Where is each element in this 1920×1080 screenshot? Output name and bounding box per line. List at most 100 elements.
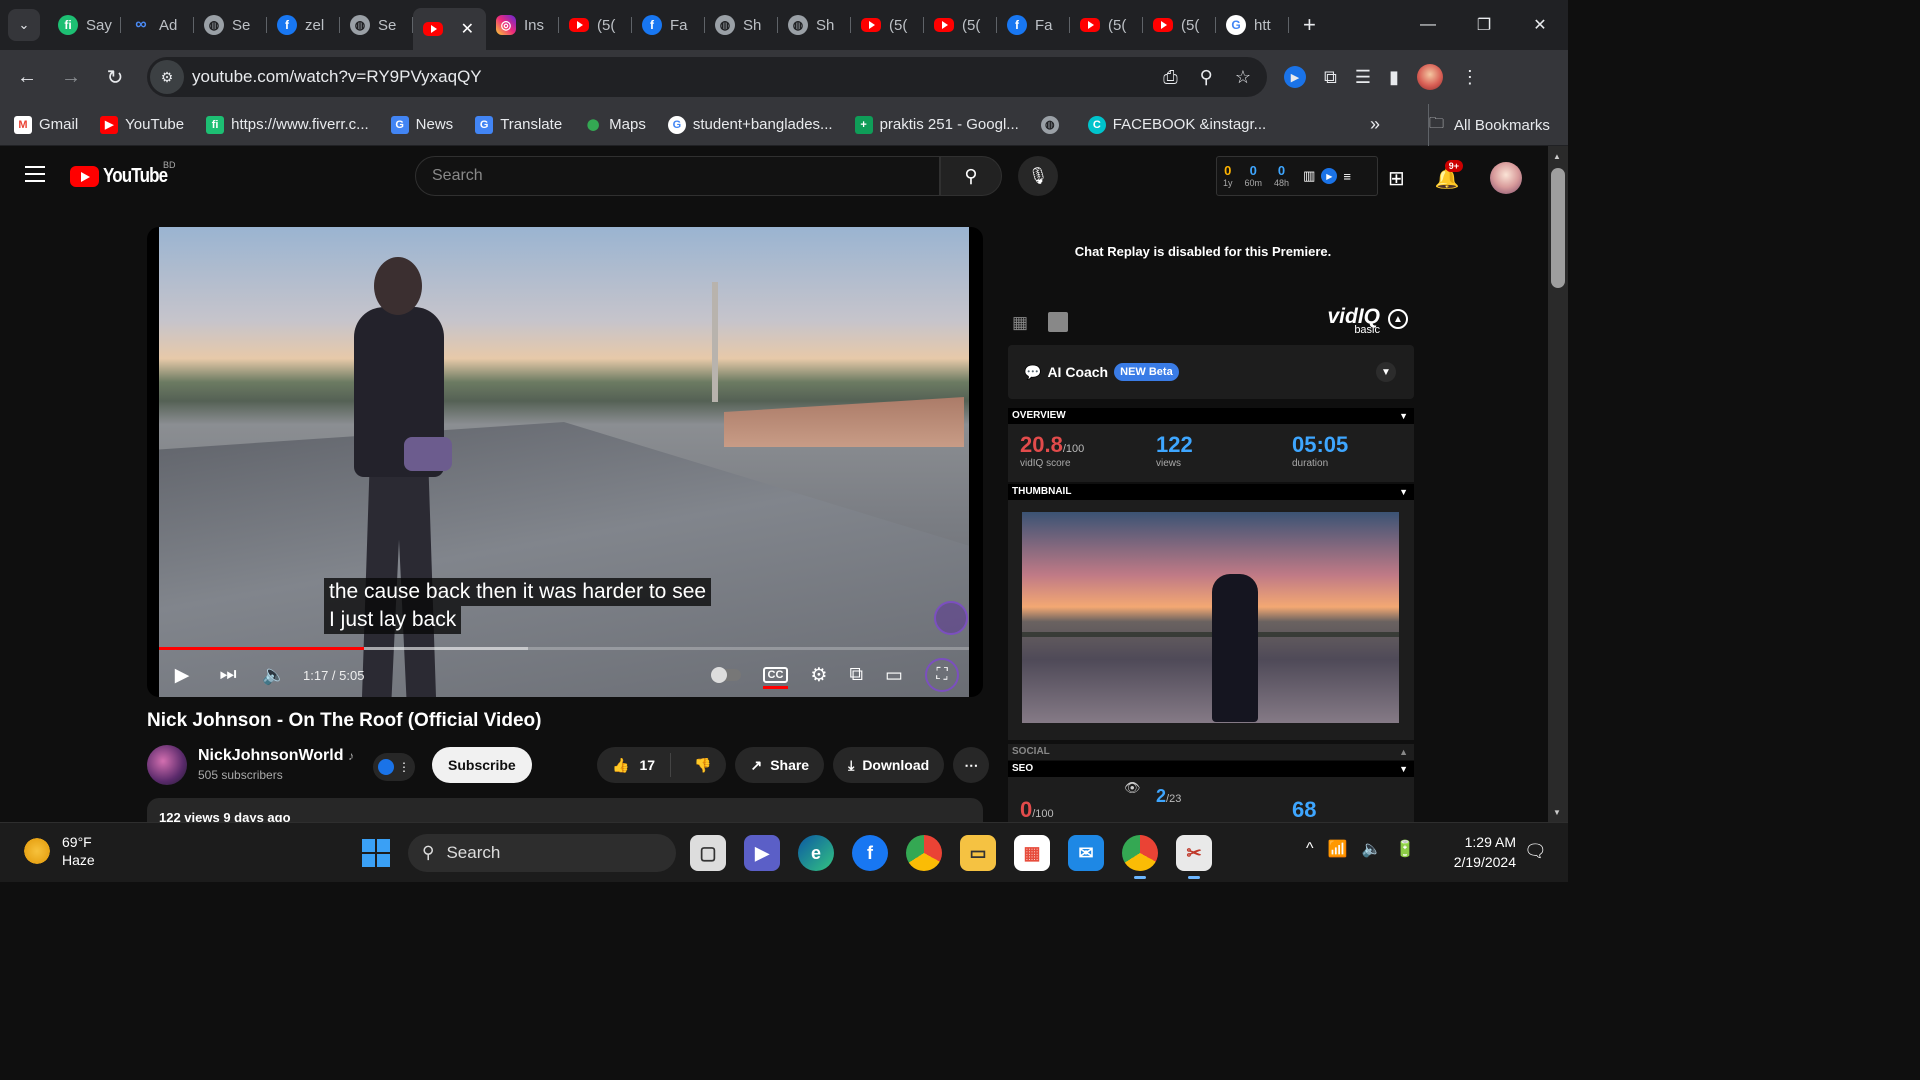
bookmark-fiverr[interactable]: fi https://www.fiverr.c...: [206, 115, 369, 134]
speaker-icon[interactable]: 🔈: [1361, 839, 1381, 859]
file-explorer-icon[interactable]: ▭: [960, 835, 996, 871]
settings-gear-icon[interactable]: ⚙: [810, 664, 827, 687]
vidiq-logo-icon[interactable]: ▶: [1321, 168, 1338, 184]
browser-tab[interactable]: f Fa: [632, 7, 705, 43]
browser-tab[interactable]: ◍ Sh: [778, 7, 851, 43]
bookmark-canva[interactable]: C FACEBOOK &instagr...: [1087, 115, 1266, 134]
bookmark-sheets[interactable]: + praktis 251 - Googl...: [854, 115, 1019, 134]
clock[interactable]: 1:29 AM 2/19/2024: [1440, 833, 1516, 872]
back-button[interactable]: ←: [5, 66, 49, 89]
browser-tab[interactable]: ◍ Se: [194, 7, 267, 43]
zoom-icon[interactable]: ⚲: [1200, 67, 1213, 88]
scroll-down-arrow-icon[interactable]: ▼: [1553, 808, 1561, 817]
scroll-up-arrow-icon[interactable]: ▲: [1553, 152, 1561, 161]
show-hidden-icons-chevron[interactable]: ^: [1306, 840, 1314, 858]
reload-button[interactable]: ↻: [93, 65, 137, 90]
video-thumbnail[interactable]: [1022, 512, 1399, 723]
vidiq-stats-widget[interactable]: 0 1y 0 60m 0 48h ▥ ▶ ≡: [1216, 156, 1378, 196]
page-scrollbar[interactable]: ▲ ▼: [1548, 146, 1568, 822]
browser-tab[interactable]: ◍ Sh: [705, 7, 778, 43]
play-icon[interactable]: ▶: [159, 664, 205, 687]
edge-browser-icon[interactable]: e: [798, 835, 834, 871]
minimize-button[interactable]: —: [1400, 16, 1456, 34]
expand-chevron-icon[interactable]: ▼: [1376, 362, 1396, 382]
bookmark-news[interactable]: G News: [390, 115, 453, 134]
teams-chat-icon[interactable]: ▶: [744, 835, 780, 871]
browser-tab[interactable]: Ghtt: [1216, 7, 1289, 43]
search-button[interactable]: ⚲: [940, 156, 1002, 196]
thumbnail-section-header[interactable]: THUMBNAIL ▼: [1008, 484, 1414, 500]
battery-icon[interactable]: 🔋: [1395, 839, 1415, 859]
close-window-button[interactable]: ✕: [1512, 15, 1568, 35]
bookmark-gmail[interactable]: M Gmail: [14, 115, 78, 134]
social-section-header[interactable]: SOCIAL ▲: [1008, 744, 1414, 760]
browser-menu-icon[interactable]: ⋮: [1461, 67, 1479, 88]
extensions-puzzle-icon[interactable]: ⧉: [1324, 67, 1337, 88]
browser-tab[interactable]: (5(: [1070, 7, 1143, 43]
restore-button[interactable]: ❐: [1456, 15, 1512, 35]
new-tab-button[interactable]: +: [1303, 12, 1316, 38]
download-button[interactable]: ⤓ Download: [833, 747, 945, 783]
close-tab-icon[interactable]: ✕: [461, 19, 474, 39]
site-info-icon[interactable]: ⚙: [150, 60, 184, 94]
browser-tab[interactable]: ∞ Ad: [121, 7, 194, 43]
all-bookmarks[interactable]: 🗀 All Bookmarks: [1428, 104, 1550, 146]
install-app-icon[interactable]: ⎙: [1163, 67, 1177, 88]
share-button[interactable]: ↗ Share: [735, 747, 825, 783]
profile-avatar[interactable]: [1416, 64, 1443, 90]
more-actions-button[interactable]: ⋯: [953, 747, 990, 783]
create-video-icon[interactable]: ⊞: [1388, 166, 1405, 191]
bookmark-google[interactable]: Gstudent+banglades...: [667, 115, 833, 134]
autoplay-toggle[interactable]: [710, 667, 741, 683]
youtube-search-input[interactable]: Search: [415, 156, 940, 196]
vidiq-extension-icon[interactable]: ▶: [1284, 66, 1306, 88]
dislike-button[interactable]: 👎: [679, 757, 726, 774]
ai-coach-bar[interactable]: 💬 AI Coach NEW Beta ▼: [1008, 345, 1414, 399]
theater-mode-icon[interactable]: ▭: [885, 664, 903, 687]
task-view-icon[interactable]: ▢: [690, 835, 726, 871]
browser-tab[interactable]: (5(: [559, 7, 632, 43]
miniplayer-icon[interactable]: ⧉: [849, 664, 863, 686]
menu-hamburger-icon[interactable]: [25, 166, 45, 182]
address-bar[interactable]: ⚙ youtube.com/watch?v=RY9PVyxaqQY ⎙ ⚲ ☆: [147, 57, 1267, 97]
taskbar-search[interactable]: ⚲ Search: [408, 834, 676, 872]
collapse-chevron-icon[interactable]: ▲: [1388, 309, 1408, 329]
mail-icon[interactable]: ✉: [1068, 835, 1104, 871]
browser-tab[interactable]: ◎ Ins: [486, 7, 559, 43]
bookmark-star-icon[interactable]: ☆: [1235, 67, 1251, 88]
weather-widget[interactable]: 69°F Haze: [22, 833, 95, 869]
notification-center-icon[interactable]: 🗨: [1524, 841, 1547, 862]
scrollbar-thumb[interactable]: [1551, 168, 1565, 288]
url-text[interactable]: youtube.com/watch?v=RY9PVyxaqQY: [192, 67, 482, 87]
seo-section-header[interactable]: SEO ▼: [1008, 761, 1414, 777]
bookmark-maps[interactable]: ⬤ Maps: [584, 116, 646, 134]
browser-tab[interactable]: (5(: [851, 7, 924, 43]
bookmark-translate[interactable]: G Translate: [475, 115, 562, 134]
vidiq-channel-button[interactable]: ⋮: [373, 753, 415, 781]
grid-icon[interactable]: ▦: [1012, 313, 1028, 333]
facebook-app-icon[interactable]: f: [852, 835, 888, 871]
tab-search-button[interactable]: ⌄: [8, 9, 40, 41]
browser-tab[interactable]: fi Say: [48, 7, 121, 43]
subscribe-button[interactable]: Subscribe: [432, 747, 532, 783]
fullscreen-icon[interactable]: ⛶: [925, 658, 959, 692]
volume-icon[interactable]: 🔈: [251, 663, 297, 687]
like-button[interactable]: 👍 17: [597, 753, 672, 777]
tab-active-youtube[interactable]: ✕: [413, 8, 486, 50]
chrome-profile-icon[interactable]: [906, 835, 942, 871]
media-controls-icon[interactable]: ☰: [1355, 67, 1371, 88]
channel-avatar[interactable]: [147, 745, 187, 785]
notifications-bell-icon[interactable]: 🔔 9+: [1435, 159, 1464, 191]
bookmark-youtube[interactable]: ▶ YouTube: [100, 115, 184, 134]
next-icon[interactable]: ⏭: [205, 664, 251, 686]
browser-tab[interactable]: f zel: [267, 7, 340, 43]
browser-tab[interactable]: ◍ Se: [340, 7, 413, 43]
vidiq-chart-icon[interactable]: ▥: [1303, 168, 1315, 184]
account-avatar[interactable]: [1489, 162, 1522, 194]
progress-bar[interactable]: [159, 647, 969, 650]
browser-tab[interactable]: f Fa: [997, 7, 1070, 43]
voice-search-button[interactable]: 🎙: [1018, 156, 1058, 196]
browser-tab[interactable]: (5(: [1143, 7, 1216, 43]
side-panel-icon[interactable]: ▮: [1389, 67, 1399, 88]
microsoft-store-icon[interactable]: ▦: [1014, 835, 1050, 871]
